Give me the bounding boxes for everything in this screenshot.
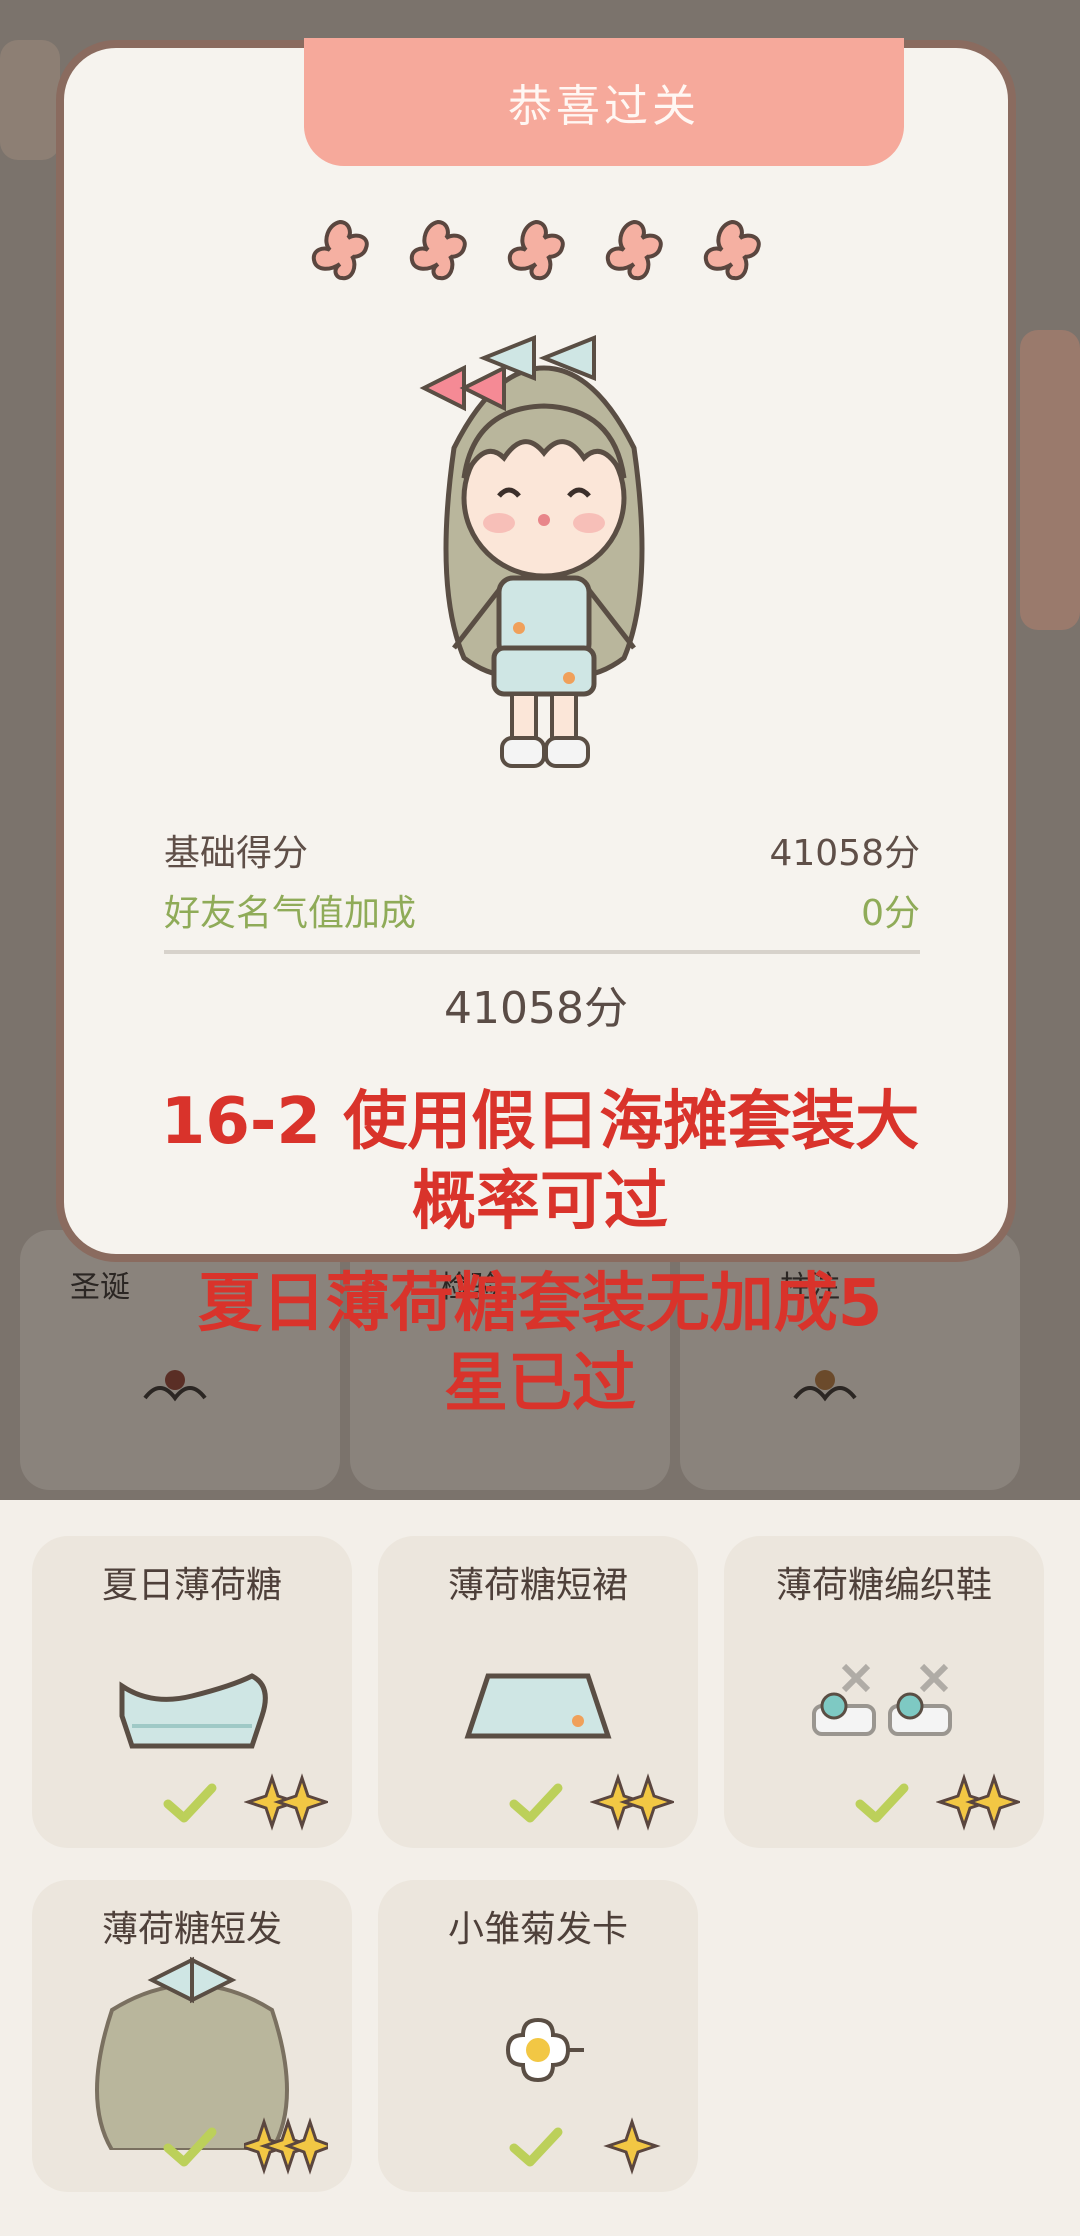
item-card[interactable]: 夏日薄荷糖 [32, 1536, 352, 1848]
item-name: 薄荷糖编织鞋 [775, 1565, 992, 1606]
bonus-score-label: 好友名气值加成 [164, 893, 417, 934]
check-icon [163, 2127, 217, 2167]
level-complete-dialog: 恭喜过关 基础得分 41058分 好友名气值加成 0分 41058分 [56, 38, 1016, 1262]
character-avatar [419, 335, 645, 768]
item-card[interactable]: 薄荷糖短发 [32, 1880, 352, 2192]
background-shelf [1020, 330, 1080, 630]
base-score-value: 41058分 [769, 833, 920, 874]
flower-star-icon [409, 219, 467, 281]
base-score-row: 基础得分 41058分 [164, 824, 920, 876]
item-name: 小雏菊发卡 [447, 1909, 628, 1950]
item-name: 夏日薄荷糖 [101, 1565, 282, 1606]
annotation-line: 概率可过 [412, 1165, 668, 1239]
item-card[interactable]: 小雏菊发卡 [378, 1880, 698, 2192]
sparkle-icon [603, 2117, 661, 2175]
dialog-title: 恭喜过关 [508, 81, 700, 132]
item-name: 薄荷糖短裙 [447, 1565, 628, 1606]
bonus-score-row: 好友名气值加成 0分 [164, 884, 920, 936]
bonus-score-value: 0分 [861, 893, 920, 934]
score-divider [164, 950, 920, 954]
sparkle-icon [936, 1773, 1020, 1831]
sparkle-icon [244, 1773, 328, 1831]
total-score: 41058分 [444, 983, 628, 1034]
mint-shoes-icon [812, 1663, 952, 1736]
background-shelf [0, 40, 60, 160]
mint-skirt-icon [464, 1673, 612, 1739]
sparkle-icon [244, 2117, 328, 2175]
check-icon [855, 1783, 909, 1823]
check-icon [163, 1783, 217, 1823]
annotation-line: 星已过 [444, 1347, 636, 1421]
annotation-line: 16-2 使用假日海摊套装大 [160, 1085, 920, 1159]
flower-star-icon [507, 219, 565, 281]
star-rating [64, 214, 1008, 290]
check-icon [509, 1783, 563, 1823]
base-score-label: 基础得分 [164, 833, 309, 874]
sparkle-icon [590, 1773, 674, 1831]
annotation-text: 16-2 使用假日海摊套装大 概率可过 [0, 1082, 1080, 1242]
item-card[interactable]: 薄荷糖短裙 [378, 1536, 698, 1848]
item-name: 薄荷糖短发 [101, 1909, 282, 1950]
outfit-items-panel: 夏日薄荷糖 薄荷糖短裙 薄荷糖编织鞋 薄荷糖短发 小雏菊发卡 [0, 1500, 1080, 2236]
check-icon [509, 2127, 563, 2167]
flower-star-icon [703, 219, 761, 281]
annotation-text: 夏日薄荷糖套装无加成5 星已过 [0, 1264, 1080, 1424]
annotation-line: 夏日薄荷糖套装无加成5 [197, 1267, 883, 1341]
item-card[interactable]: 薄荷糖编织鞋 [724, 1536, 1044, 1848]
daisy-clip-icon [505, 2017, 584, 2083]
title-ribbon: 恭喜过关 [304, 38, 904, 166]
flower-star-icon [605, 219, 663, 281]
flower-star-icon [311, 219, 369, 281]
mint-top-icon [119, 1673, 268, 1749]
